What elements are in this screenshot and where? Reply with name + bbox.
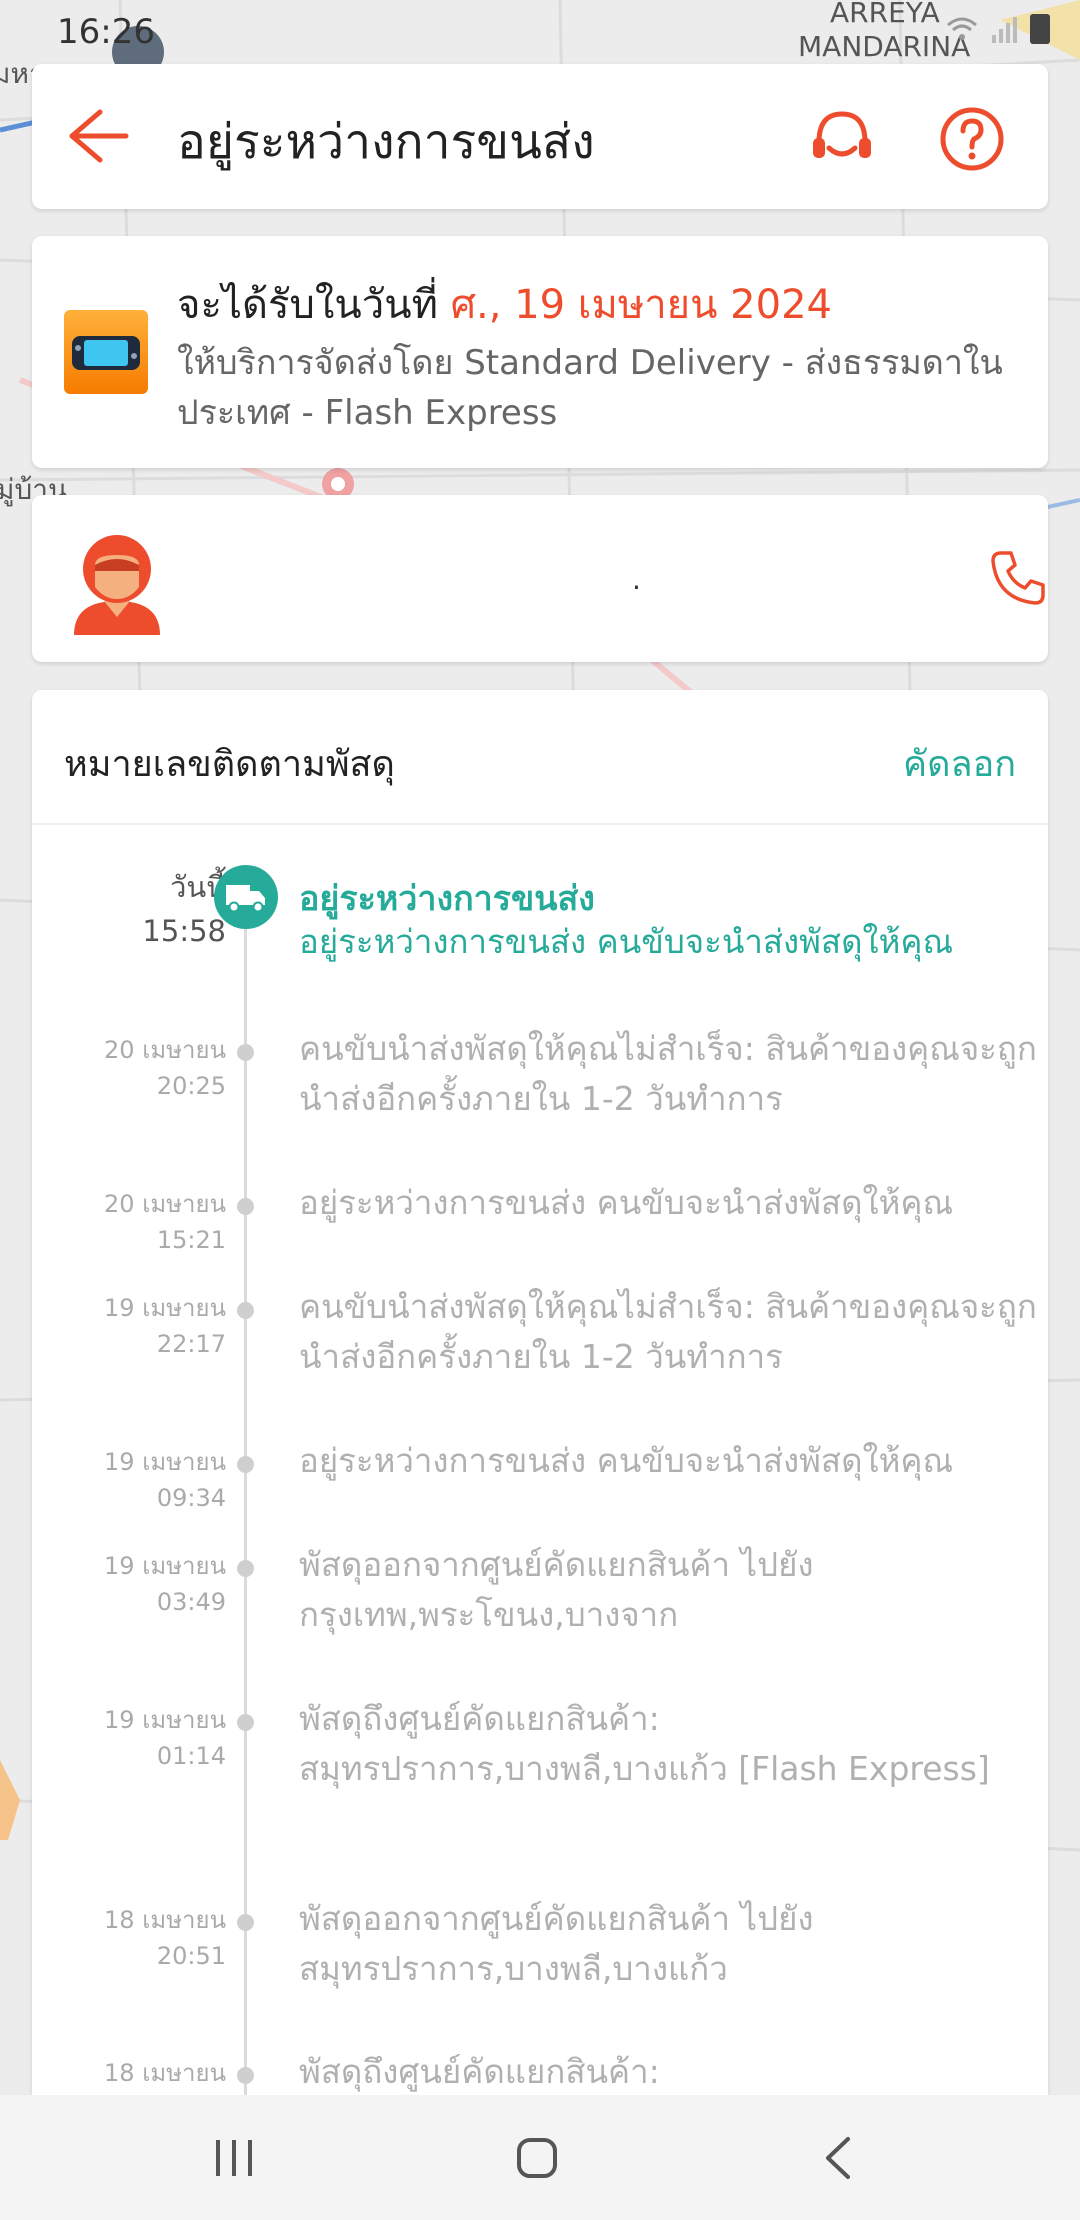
timeline-description: พัสดุออกจากศูนย์คัดแยกสินค้า ไปยัง กรุงเ… — [299, 1545, 814, 1634]
timeline-dot — [237, 1456, 254, 1473]
back-button[interactable] — [60, 106, 132, 166]
tracking-card: หมายเลขติดตามพัสดุ คัดลอก วันนี้ 15:58 อ… — [32, 690, 1048, 2095]
recent-apps-icon — [216, 2140, 252, 2176]
courier-icon — [74, 535, 160, 635]
timeline-current-marker — [214, 865, 278, 929]
divider — [32, 823, 1048, 825]
timeline-dot — [237, 2067, 254, 2084]
timeline-date: 18 เมษายน 20:51 — [104, 1902, 226, 1974]
map-label-arreya: ARREYA — [830, 0, 940, 29]
timeline-dot — [237, 1560, 254, 1577]
recent-apps-button[interactable] — [212, 2138, 256, 2178]
timeline-description: คนขับนำส่งพัสดุให้คุณไม่สำเร็จ: สินค้าขอ… — [299, 1029, 1037, 1118]
timeline-date-time: 22:17 — [156, 1330, 226, 1358]
delivery-info-card: จะได้รับในวันที่ ศ., 19 เมษายน 2024 ให้บ… — [32, 236, 1048, 468]
home-icon — [517, 2138, 557, 2178]
timeline-date-day: 19 เมษายน — [104, 1448, 226, 1476]
timeline-date-day: 18 เมษายน — [104, 2059, 226, 2087]
timeline-date: 19 เมษายน 03:49 — [104, 1548, 226, 1620]
driver-avatar — [70, 525, 164, 635]
timeline-date-day: 19 เมษายน — [104, 1552, 226, 1580]
timeline-dot — [237, 1714, 254, 1731]
game-console-image — [72, 336, 140, 370]
system-navigation-bar — [0, 2095, 1080, 2220]
truck-icon — [226, 885, 265, 913]
wifi-icon — [947, 17, 977, 40]
timeline-date-time: 09:34 — [156, 1484, 226, 1512]
timeline-description: อยู่ระหว่างการขนส่ง คนขับจะนำส่งพัสดุให้… — [299, 1183, 954, 1222]
timeline-date-day: 18 เมษายน — [104, 1906, 226, 1934]
driver-card: . — [32, 495, 1048, 662]
back-arrow-icon — [69, 109, 129, 163]
timeline-date-time: 20:25 — [156, 1072, 226, 1100]
timeline-description: พัสดุออกจากศูนย์คัดแยกสินค้า ไปยัง สมุทร… — [299, 1899, 814, 1988]
timeline-date: 18 เมษายน — [104, 2055, 226, 2091]
chevron-left-icon — [826, 2137, 850, 2179]
timeline-date-time: 20:51 — [156, 1942, 226, 1970]
map-label-mandarina: MANDARINA — [798, 30, 971, 63]
timeline-current-description: อยู่ระหว่างการขนส่ง คนขับจะนำส่งพัสดุให้… — [299, 922, 954, 961]
timeline-date: 20 เมษายน 20:25 — [104, 1032, 226, 1104]
timeline-date: 19 เมษายน 09:34 — [104, 1444, 226, 1516]
timeline-date-time: 01:14 — [156, 1742, 226, 1770]
product-thumbnail[interactable] — [64, 310, 148, 394]
timeline-date: 20 เมษายน 15:21 — [104, 1186, 226, 1258]
call-driver-button[interactable] — [987, 547, 1049, 609]
timeline-description: อยู่ระหว่างการขนส่ง คนขับจะนำส่งพัสดุให้… — [299, 1441, 954, 1480]
help-button[interactable] — [937, 104, 1007, 174]
timeline-item-current: วันนี้ 15:58 อยู่ระหว่างการขนส่ง อยู่ระห… — [32, 865, 1048, 995]
timeline-dot — [237, 1198, 254, 1215]
timeline-description: พัสดุถึงศูนย์คัดแยกสินค้า: — [299, 2052, 660, 2091]
timeline-dot — [237, 1914, 254, 1931]
timeline-date-day: 20 เมษายน — [104, 1190, 226, 1218]
question-mark-icon — [940, 107, 1004, 171]
status-time: 16:26 — [57, 12, 155, 52]
timeline-dot — [237, 1044, 254, 1061]
home-button[interactable] — [515, 2136, 559, 2180]
delivery-service-text: ให้บริการจัดส่งโดย Standard Delivery - ส… — [177, 343, 1003, 433]
delivery-date-prefix: จะได้รับในวันที่ — [177, 282, 451, 328]
timeline-date: 19 เมษายน 01:14 — [104, 1702, 226, 1774]
page-title: อยู่ระหว่างการขนส่ง — [177, 114, 595, 170]
timeline-date: 19 เมษายน 22:17 — [104, 1290, 226, 1362]
timeline-date-day: 19 เมษายน — [104, 1294, 226, 1322]
timeline-date-time: 03:49 — [156, 1588, 226, 1616]
copy-button[interactable]: คัดลอก — [903, 735, 1016, 792]
timeline-date-day: 20 เมษายน — [104, 1036, 226, 1064]
timeline-description: พัสดุถึงศูนย์คัดแยกสินค้า: สมุทรปราการ,บ… — [299, 1699, 990, 1788]
timeline-date-day: 19 เมษายน — [104, 1706, 226, 1734]
tracking-number-label: หมายเลขติดตามพัสดุ — [64, 744, 395, 785]
timeline-dot — [237, 1302, 254, 1319]
timeline-description: คนขับนำส่งพัสดุให้คุณไม่สำเร็จ: สินค้าขอ… — [299, 1287, 1037, 1376]
battery-icon — [1030, 14, 1050, 44]
system-back-button[interactable] — [820, 2135, 856, 2181]
headset-icon — [813, 111, 871, 158]
customer-support-button[interactable] — [807, 104, 877, 174]
delivery-date-line: จะได้รับในวันที่ ศ., 19 เมษายน 2024 — [177, 272, 832, 336]
timeline-date-time: 15:21 — [156, 1226, 226, 1254]
signal-icon — [992, 17, 1017, 43]
status-icons — [946, 14, 1050, 44]
header-bar: อยู่ระหว่างการขนส่ง — [32, 64, 1048, 209]
phone-icon — [991, 551, 1045, 605]
driver-name: . — [632, 563, 641, 596]
delivery-date: ศ., 19 เมษายน 2024 — [450, 282, 832, 328]
